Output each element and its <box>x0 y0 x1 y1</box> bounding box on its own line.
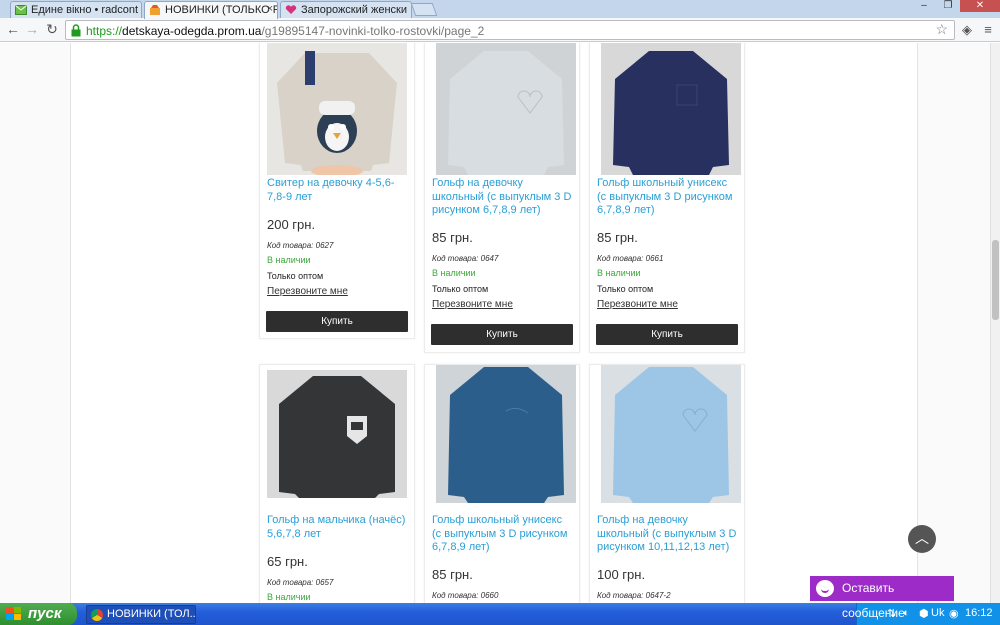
turtleneck-image <box>436 43 576 175</box>
product-name-link[interactable]: Гольф на девочку школьный (с выпуклым 3 … <box>597 514 739 555</box>
product-photo[interactable] <box>436 365 576 503</box>
wholesale-note: Только оптом <box>597 284 654 294</box>
stock-status: В наличии <box>432 268 476 278</box>
product-photo[interactable] <box>601 365 741 503</box>
page-viewport: Свитер на девочку 4-5,6-7,8-9 лет 200 гр… <box>0 43 990 603</box>
tab-title: Едине вікно • radcont <box>31 4 139 16</box>
tab-strip: Едине вікно • radcont НОВИНКИ (ТОЛЬКО Р … <box>0 0 1000 19</box>
chevron-up-icon: ︿ <box>915 530 929 546</box>
product-name-link[interactable]: Свитер на девочку 4-5,6-7,8-9 лет <box>267 177 409 204</box>
close-window-icon[interactable]: ✕ <box>960 0 1000 12</box>
product-catalog: Свитер на девочку 4-5,6-7,8-9 лет 200 гр… <box>70 43 918 603</box>
url-path: /g19895147-novinki-tolko-rostovki/page_2 <box>261 24 485 38</box>
address-bar[interactable]: https://detskaya-odegda.prom.ua/g1989514… <box>65 20 955 40</box>
product-card: Гольф школьный унисекс (с выпуклым 3 D р… <box>424 364 580 603</box>
product-sku: Код товара: 0660 <box>432 591 499 600</box>
stock-status: В наличии <box>267 592 311 602</box>
product-sku: Код товара: 0627 <box>267 241 334 250</box>
product-card: Гольф на мальчика (начёс) 5,6,7,8 лет 65… <box>259 364 415 603</box>
stock-status: В наличии <box>597 268 641 278</box>
product-name-link[interactable]: Гольф на девочку школьный (с выпуклым 3 … <box>432 177 574 218</box>
turtleneck-image <box>601 365 741 503</box>
product-photo[interactable] <box>267 43 407 175</box>
url-host: detskaya-odegda.prom.ua <box>122 24 262 38</box>
wholesale-note: Только оптом <box>267 271 324 281</box>
scrollbar-thumb[interactable] <box>992 240 999 320</box>
heart-icon <box>285 5 297 15</box>
tray-app-icon[interactable]: ◉ <box>949 607 959 620</box>
restore-icon[interactable]: ❐ <box>936 0 960 12</box>
wholesale-note: Только оптом <box>432 284 489 294</box>
product-photo[interactable] <box>267 370 407 498</box>
menu-icon[interactable]: ≡ <box>979 21 997 39</box>
taskbar-window-title: НОВИНКИ (ТОЛ... <box>107 608 196 620</box>
forward-arrow-icon[interactable]: → <box>23 21 41 39</box>
product-photo[interactable] <box>601 43 741 175</box>
clock: 16:12 <box>965 607 993 619</box>
tab-zaporozhsky[interactable]: Запорожский женски <box>280 1 412 18</box>
security-icon[interactable]: ⬢ <box>919 607 929 620</box>
taskbar-window-chrome[interactable]: НОВИНКИ (ТОЛ... <box>86 605 196 624</box>
product-price: 85 грн. <box>597 230 638 245</box>
tab-title: Запорожский женски <box>301 4 407 16</box>
url-text: https://detskaya-odegda.prom.ua/g1989514… <box>86 24 484 38</box>
lock-icon <box>71 24 81 37</box>
minimize-icon[interactable]: – <box>912 0 936 12</box>
buy-button[interactable]: Купить <box>266 311 408 332</box>
mail-icon <box>15 5 27 15</box>
tab-novinki[interactable]: НОВИНКИ (ТОЛЬКО Р × <box>144 1 278 19</box>
chat-icon <box>816 580 834 597</box>
product-card: Гольф на девочку школьный (с выпуклым 3 … <box>424 43 580 353</box>
windows-logo-icon <box>6 607 21 620</box>
shop-icon <box>150 5 160 15</box>
product-card: Гольф школьный унисекс (с выпуклым 3 D р… <box>589 43 745 353</box>
product-price: 85 грн. <box>432 230 473 245</box>
product-price: 100 грн. <box>597 567 646 582</box>
buy-button[interactable]: Купить <box>431 324 573 345</box>
reload-icon[interactable]: ↻ <box>43 21 61 39</box>
keyboard-layout[interactable]: Uk <box>931 607 944 619</box>
sweater-image <box>267 43 407 175</box>
buy-button[interactable]: Купить <box>596 324 738 345</box>
scroll-to-top-button[interactable]: ︿ <box>908 525 936 553</box>
browser-toolbar: ← → ↻ https://detskaya-odegda.prom.ua/g1… <box>0 18 1000 42</box>
bookmark-star-icon[interactable]: ☆ <box>935 21 948 38</box>
leave-message-label: Оставить сообщение <box>842 581 905 620</box>
product-price: 200 грн. <box>267 217 316 232</box>
turtleneck-image <box>436 365 576 503</box>
tab-title: НОВИНКИ (ТОЛЬКО Р <box>165 4 278 16</box>
product-sku: Код товара: 0647-2 <box>597 591 671 600</box>
product-sku: Код товара: 0661 <box>597 254 664 263</box>
stock-status: В наличии <box>267 255 311 265</box>
turtleneck-image <box>267 370 407 498</box>
product-sku: Код товара: 0647 <box>432 254 499 263</box>
start-button[interactable]: пуск <box>0 603 77 625</box>
tab-radcont[interactable]: Едине вікно • radcont <box>10 1 142 18</box>
product-card: Гольф на девочку школьный (с выпуклым 3 … <box>589 364 745 603</box>
new-tab-button[interactable] <box>410 3 438 16</box>
product-price: 85 грн. <box>432 567 473 582</box>
product-name-link[interactable]: Гольф на мальчика (начёс) 5,6,7,8 лет <box>267 514 409 541</box>
product-sku: Код товара: 0657 <box>267 578 334 587</box>
product-price: 65 грн. <box>267 554 308 569</box>
close-icon[interactable]: × <box>267 3 273 15</box>
product-name-link[interactable]: Гольф школьный унисекс (с выпуклым 3 D р… <box>432 514 574 555</box>
start-label: пуск <box>28 605 62 622</box>
product-name-link[interactable]: Гольф школьный унисекс (с выпуклым 3 D р… <box>597 177 739 218</box>
turtleneck-image <box>601 43 741 175</box>
callback-link[interactable]: Перезвоните мне <box>597 299 678 310</box>
url-scheme: https:// <box>86 24 123 38</box>
product-card: Свитер на девочку 4-5,6-7,8-9 лет 200 гр… <box>259 43 415 339</box>
product-photo[interactable] <box>436 43 576 175</box>
leave-message-button[interactable]: Оставить сообщение <box>810 576 954 620</box>
callback-link[interactable]: Перезвоните мне <box>432 299 513 310</box>
extension-icon[interactable]: ◈ <box>958 21 976 39</box>
callback-link[interactable]: Перезвоните мне <box>267 286 348 297</box>
vertical-scrollbar[interactable] <box>990 43 1000 603</box>
back-arrow-icon[interactable]: ← <box>4 21 22 39</box>
chrome-icon <box>91 609 103 621</box>
